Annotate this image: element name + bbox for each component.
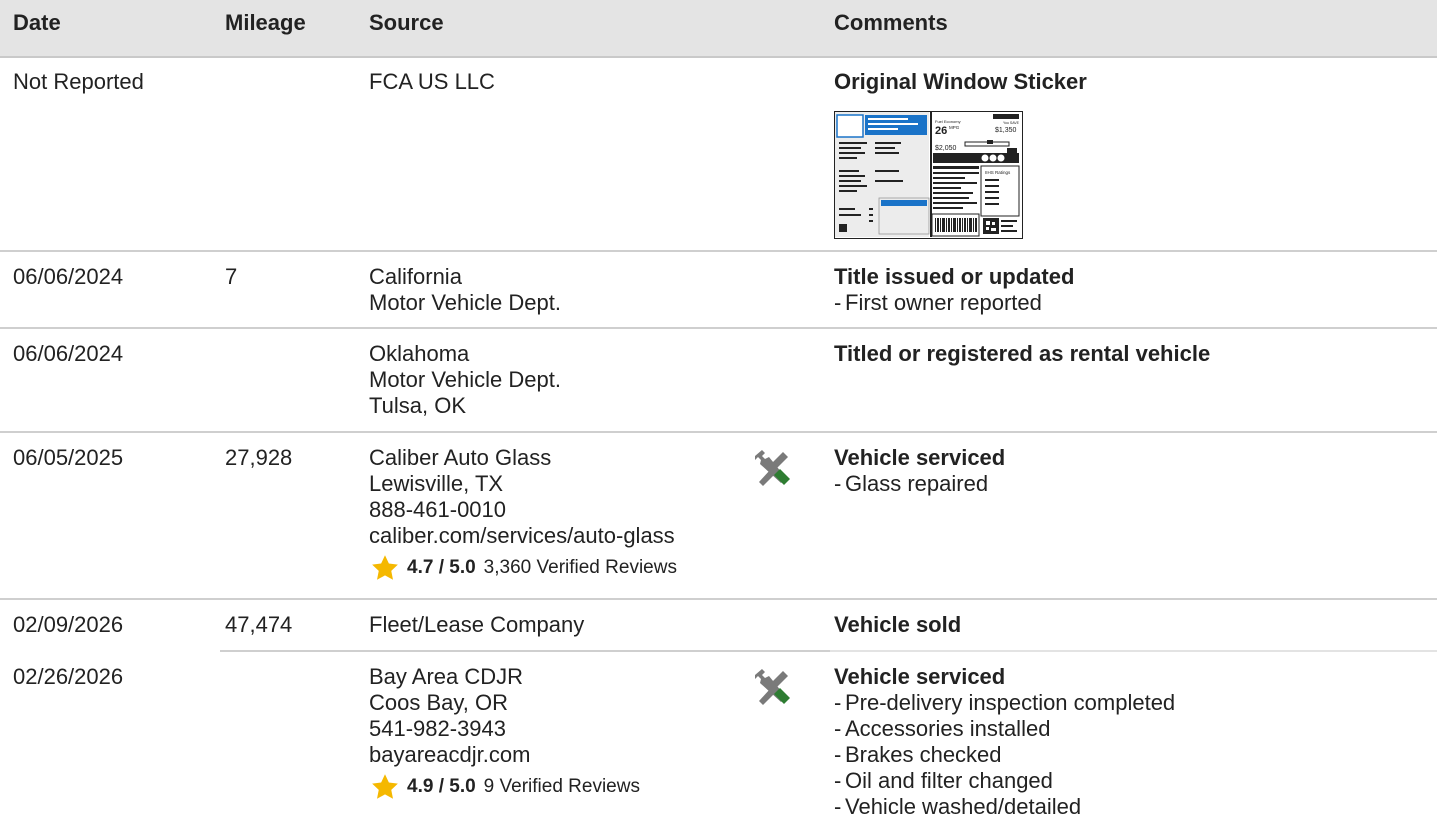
comment-item: - First owner reported	[834, 290, 1042, 315]
comment-title: Vehicle serviced	[834, 445, 1006, 470]
row-divider	[0, 598, 1437, 600]
comment-title: Vehicle serviced	[834, 664, 1006, 689]
svg-text:26: 26	[935, 125, 947, 137]
svg-text:IIHS Ratings: IIHS Ratings	[985, 170, 1011, 175]
service-tools-icon	[755, 669, 790, 705]
source-website-link[interactable]: bayareacdjr.com	[369, 742, 640, 768]
row-comments: Vehicle sold	[834, 612, 961, 638]
svg-text:$1,350: $1,350	[995, 127, 1017, 134]
row-source: California Motor Vehicle Dept.	[369, 264, 561, 316]
source-phone[interactable]: 541-982-3943	[369, 716, 640, 742]
row-divider	[830, 650, 1437, 652]
row-source: Oklahoma Motor Vehicle Dept. Tulsa, OK	[369, 341, 561, 419]
window-sticker-thumbnail[interactable]: Fuel Economy 26 MPG You SAVE $1,350 $2,0…	[834, 111, 1023, 239]
comment-item: - Accessories installed	[834, 716, 1051, 741]
comment-title: Original Window Sticker	[834, 69, 1087, 94]
svg-text:Fuel Economy: Fuel Economy	[935, 119, 961, 124]
star-icon	[372, 555, 398, 580]
comment-item: - Pre-delivery inspection completed	[834, 690, 1176, 715]
source-line: Fleet/Lease Company	[369, 612, 585, 637]
column-header-source: Source	[369, 10, 444, 35]
source-rating[interactable]: 4.7 / 5.0 3,360 Verified Reviews	[369, 553, 677, 583]
comment-item: - Vehicle washed/detailed	[834, 794, 1082, 819]
source-line: Motor Vehicle Dept.	[369, 367, 561, 392]
svg-text:$2,050: $2,050	[935, 145, 957, 152]
source-website-link[interactable]: caliber.com/services/auto-glass	[369, 523, 677, 549]
row-source: Bay Area CDJR Coos Bay, OR 541-982-3943 …	[369, 664, 640, 802]
row-divider	[0, 327, 1437, 329]
row-divider	[0, 431, 1437, 433]
window-sticker-image: Fuel Economy 26 MPG You SAVE $1,350 $2,0…	[835, 112, 1021, 237]
comment-title: Titled or registered as rental vehicle	[834, 341, 1211, 366]
rating-reviews: 3,360 Verified Reviews	[483, 557, 677, 578]
rating-score: 4.7 / 5.0	[407, 557, 476, 578]
row-source: Fleet/Lease Company	[369, 612, 584, 638]
comment-title: Title issued or updated	[834, 264, 1075, 289]
row-comments: Vehicle serviced - Glass repaired	[834, 445, 1005, 497]
rating-reviews: 9 Verified Reviews	[483, 776, 640, 797]
comment-title: Vehicle sold	[834, 612, 962, 637]
row-date: 06/06/2024	[13, 264, 124, 289]
row-date: Not Reported	[13, 69, 144, 94]
row-date: 06/05/2025	[13, 445, 124, 470]
row-date: 02/26/2026	[13, 664, 124, 689]
source-name: Caliber Auto Glass	[369, 445, 552, 470]
star-icon	[372, 774, 398, 799]
row-comments: Titled or registered as rental vehicle	[834, 341, 1210, 367]
source-line: Tulsa, OK	[369, 393, 466, 418]
row-comments: Original Window Sticker	[834, 69, 1087, 95]
row-mileage: 47,474	[225, 612, 293, 637]
comment-item: - Oil and filter changed	[834, 768, 1053, 793]
source-line: Oklahoma	[369, 341, 470, 366]
row-comments: Title issued or updated - First owner rep…	[834, 264, 1074, 316]
row-mileage: 7	[225, 264, 238, 289]
column-header-date: Date	[13, 10, 61, 35]
row-source: Caliber Auto Glass Lewisville, TX 888-46…	[369, 445, 677, 583]
svg-text:You SAVE: You SAVE	[1003, 121, 1020, 125]
comment-item: - Brakes checked	[834, 742, 1002, 767]
source-line: FCA US LLC	[369, 69, 495, 94]
row-source: FCA US LLC	[369, 69, 495, 95]
source-name: Bay Area CDJR	[369, 664, 524, 689]
row-divider	[0, 250, 1437, 252]
source-line: California	[369, 264, 462, 289]
svg-text:MPG: MPG	[949, 125, 960, 130]
row-mileage: 27,928	[225, 445, 293, 470]
source-rating[interactable]: 4.9 / 5.0 9 Verified Reviews	[369, 772, 640, 802]
source-phone[interactable]: 888-461-0010	[369, 497, 677, 523]
table-header: Date Mileage Source Comments	[0, 0, 1437, 58]
row-date: 02/09/2026	[13, 612, 124, 637]
column-header-comments: Comments	[834, 10, 948, 35]
row-comments: Vehicle serviced - Pre-delivery inspectio…	[834, 664, 1175, 820]
source-location: Lewisville, TX	[369, 471, 504, 496]
column-header-mileage: Mileage	[225, 10, 306, 35]
row-divider	[220, 650, 830, 652]
rating-score: 4.9 / 5.0	[407, 776, 476, 797]
row-date: 06/06/2024	[13, 341, 124, 366]
service-tools-icon	[755, 450, 790, 486]
source-line: Motor Vehicle Dept.	[369, 290, 561, 315]
source-location: Coos Bay, OR	[369, 690, 508, 715]
comment-item: - Glass repaired	[834, 471, 989, 496]
